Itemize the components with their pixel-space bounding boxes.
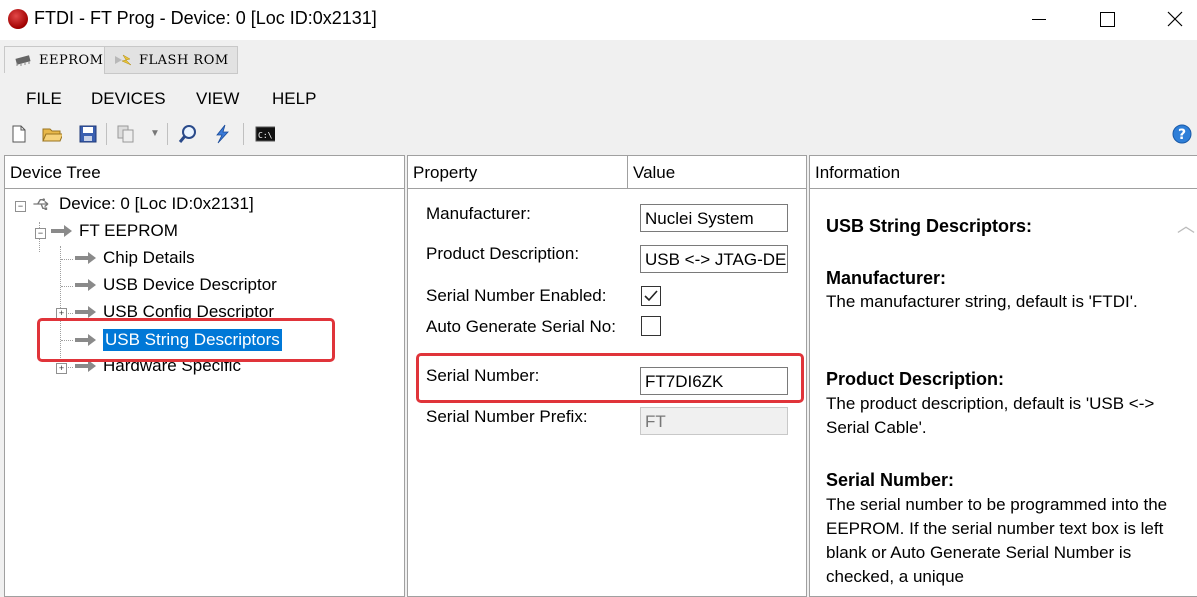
chip-details-label: Chip Details <box>103 248 195 267</box>
close-icon <box>1167 11 1183 27</box>
property-column-header: Property <box>413 163 478 182</box>
info-product-heading: Product Description: <box>826 369 1005 389</box>
arrow-icon <box>51 225 72 237</box>
information-header: Information <box>810 156 1197 189</box>
ft-eeprom-label: FT EEPROM <box>79 221 178 240</box>
new-button[interactable] <box>9 124 29 144</box>
copy-button[interactable] <box>116 124 136 144</box>
program-button[interactable] <box>212 124 232 144</box>
serial-number-enabled-checkbox[interactable] <box>641 286 661 306</box>
command-prompt-icon: C:\ <box>255 126 275 142</box>
arrow-icon <box>75 252 96 264</box>
copy-icon <box>117 125 134 143</box>
minimize-icon <box>1032 18 1046 20</box>
device-tree-pane: Device Tree − Device: 0 [Loc ID:0x2131] … <box>4 155 405 597</box>
annotation-highlight-serial <box>416 353 804 403</box>
svg-text:C:\: C:\ <box>258 131 273 140</box>
tree-item-chip-details[interactable]: Chip Details <box>75 248 195 268</box>
help-icon: ? <box>1172 124 1192 144</box>
magnifier-icon <box>178 125 196 143</box>
save-icon <box>79 125 97 143</box>
toolbar-separator <box>106 123 107 145</box>
arrow-icon <box>75 306 96 318</box>
chip-icon <box>15 55 31 66</box>
info-title: USB String Descriptors: <box>826 216 1033 236</box>
manufacturer-field[interactable]: Nuclei System <box>640 204 788 232</box>
tree-connector <box>61 259 73 260</box>
tab-flash-label: FLASH ROM <box>139 52 229 68</box>
information-pane: Information USB String Descriptors: Manu… <box>809 155 1197 597</box>
tree-item-ft-eeprom[interactable]: FT EEPROM <box>51 221 178 241</box>
collapse-eeprom-icon[interactable]: − <box>35 228 46 239</box>
help-button[interactable]: ? <box>1172 124 1192 144</box>
property-header: Property Value <box>408 156 806 189</box>
device-tree-header: Device Tree <box>5 156 404 189</box>
menu-file[interactable]: FILE <box>26 89 62 109</box>
serial-number-prefix-field[interactable]: FT <box>640 407 788 435</box>
info-manufacturer-heading: Manufacturer: <box>826 268 947 288</box>
save-button[interactable] <box>78 124 98 144</box>
copy-dropdown-icon[interactable]: ▼ <box>150 128 160 139</box>
new-file-icon <box>12 125 26 143</box>
scroll-up-icon[interactable]: ︿ <box>1176 212 1196 236</box>
open-button[interactable] <box>42 124 62 144</box>
info-manufacturer-text: The manufacturer string, default is 'FTD… <box>826 292 1138 311</box>
tab-eeprom[interactable]: EEPROM <box>4 46 114 73</box>
svg-text:?: ? <box>1178 127 1186 143</box>
close-button[interactable] <box>1152 0 1197 38</box>
info-serial-text: The serial number to be programmed into … <box>826 495 1168 586</box>
toolbar-separator <box>167 123 168 145</box>
ftdi-app-icon <box>8 9 28 29</box>
property-pane: Property Value Manufacturer: Nuclei Syst… <box>407 155 807 597</box>
info-product-text: The product description, default is 'USB… <box>826 394 1155 437</box>
serial-number-enabled-label: Serial Number Enabled: <box>426 286 607 305</box>
toolbar-separator <box>243 123 244 145</box>
serial-number-prefix-label: Serial Number Prefix: <box>426 407 588 426</box>
info-serial-heading: Serial Number: <box>826 470 955 490</box>
tree-item-device[interactable]: Device: 0 [Loc ID:0x2131] <box>31 194 254 214</box>
tab-flash-rom[interactable]: FLASH ROM <box>104 46 238 74</box>
menu-devices[interactable]: DEVICES <box>91 89 166 109</box>
menu-help[interactable]: HELP <box>272 89 316 109</box>
maximize-icon <box>1099 11 1115 27</box>
arrow-icon <box>75 279 96 291</box>
open-folder-icon <box>42 128 62 142</box>
collapse-device-icon[interactable]: − <box>15 201 26 212</box>
flash-icon <box>115 54 132 66</box>
expand-hardware-icon[interactable]: + <box>56 363 67 374</box>
annotation-highlight-tree <box>37 318 335 362</box>
usb-icon <box>33 198 49 210</box>
window-title: FTDI - FT Prog - Device: 0 [Loc ID:0x213… <box>34 8 377 28</box>
menu-view[interactable]: VIEW <box>196 89 239 109</box>
scan-button[interactable] <box>178 124 198 144</box>
cmd-button[interactable]: C:\ <box>255 124 275 144</box>
product-description-label: Product Description: <box>426 244 580 263</box>
lightning-icon <box>216 124 229 144</box>
checkmark-icon <box>644 290 658 302</box>
auto-generate-serial-checkbox[interactable] <box>641 316 661 336</box>
value-column-header: Value <box>627 156 675 189</box>
usb-device-descriptor-label: USB Device Descriptor <box>103 275 277 294</box>
manufacturer-label: Manufacturer: <box>426 204 531 223</box>
tree-connector <box>61 286 73 287</box>
auto-generate-serial-label: Auto Generate Serial No: <box>426 317 616 336</box>
minimize-button[interactable] <box>1016 0 1062 38</box>
maximize-button[interactable] <box>1084 0 1130 38</box>
device-label: Device: 0 [Loc ID:0x2131] <box>59 194 254 213</box>
product-description-field[interactable]: USB <-> JTAG-DE <box>640 245 788 273</box>
tab-eeprom-label: EEPROM <box>39 52 104 68</box>
tree-item-usb-device-descriptor[interactable]: USB Device Descriptor <box>75 275 277 295</box>
